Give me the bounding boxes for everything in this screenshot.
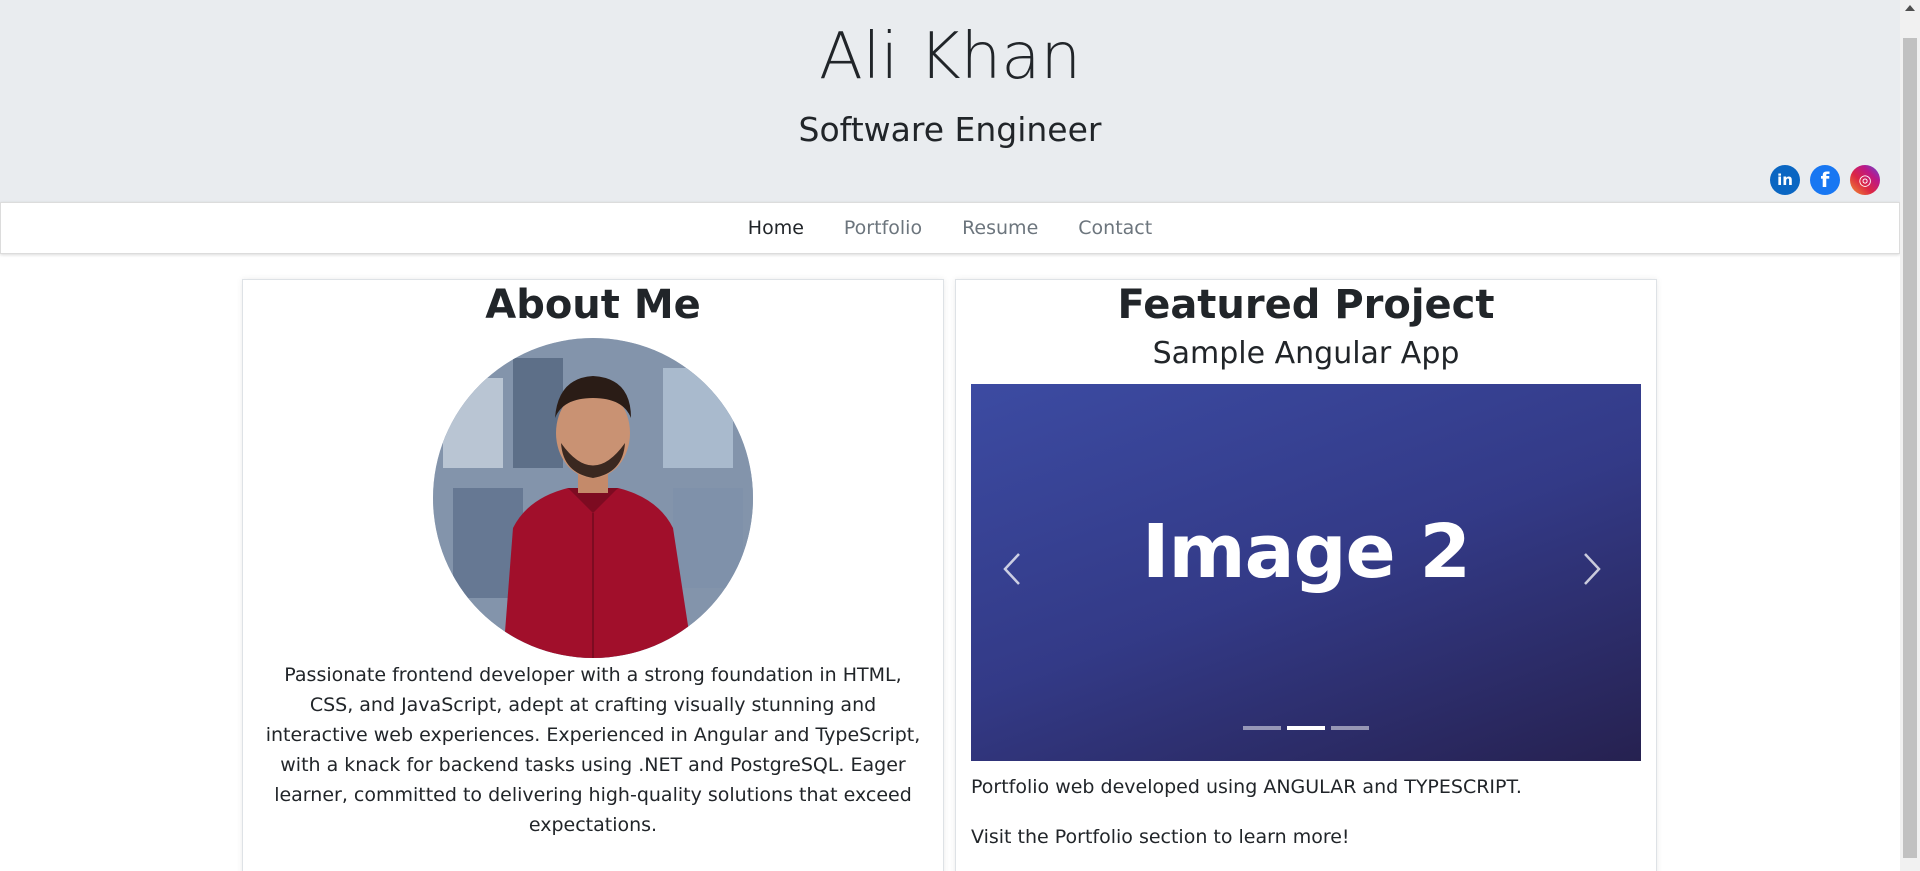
carousel-slide-label: Image 2 <box>1142 509 1471 595</box>
carousel-next-button[interactable] <box>1575 549 1605 589</box>
carousel-indicator-3[interactable] <box>1331 726 1369 730</box>
nav-portfolio[interactable]: Portfolio <box>824 217 942 239</box>
linkedin-icon[interactable]: in <box>1770 165 1800 195</box>
scroll-up-arrow-icon[interactable] <box>1905 5 1915 11</box>
project-carousel[interactable]: Image 2 <box>971 384 1641 761</box>
project-name: Sample Angular App <box>1152 336 1460 371</box>
instagram-icon[interactable]: ◎ <box>1850 165 1880 195</box>
nav-contact[interactable]: Contact <box>1058 217 1172 239</box>
about-title: About Me <box>485 282 701 328</box>
chevron-left-icon <box>1003 553 1020 585</box>
site-owner-name: Ali Khan <box>819 20 1081 94</box>
facebook-icon[interactable]: f <box>1810 165 1840 195</box>
nav-home[interactable]: Home <box>728 217 824 239</box>
carousel-indicators <box>971 726 1641 730</box>
avatar <box>433 338 753 658</box>
chevron-right-icon <box>1584 553 1601 585</box>
project-cta: Visit the Portfolio section to learn mor… <box>971 826 1350 848</box>
carousel-prev-button[interactable] <box>999 549 1029 589</box>
social-links: in f ◎ <box>1770 165 1880 195</box>
profile-photo <box>433 338 753 658</box>
main-navbar: Home Portfolio Resume Contact <box>0 202 1900 254</box>
about-description: Passionate frontend developer with a str… <box>265 664 921 836</box>
featured-project-card: Featured Project Sample Angular App Imag… <box>955 279 1657 871</box>
scrollbar-thumb[interactable] <box>1903 38 1917 858</box>
page-scrollbar[interactable] <box>1900 0 1920 871</box>
nav-resume[interactable]: Resume <box>942 217 1058 239</box>
site-owner-role: Software Engineer <box>798 110 1102 149</box>
carousel-indicator-2[interactable] <box>1287 726 1325 730</box>
about-card: About Me Passionate frontend developer w… <box>242 279 944 871</box>
project-description-block: Portfolio web developed using ANGULAR an… <box>971 772 1522 871</box>
carousel-indicator-1[interactable] <box>1243 726 1281 730</box>
page-header: Ali Khan Software Engineer in f ◎ <box>0 0 1900 202</box>
featured-project-title: Featured Project <box>1117 282 1495 328</box>
project-description: Portfolio web developed using ANGULAR an… <box>971 776 1522 798</box>
